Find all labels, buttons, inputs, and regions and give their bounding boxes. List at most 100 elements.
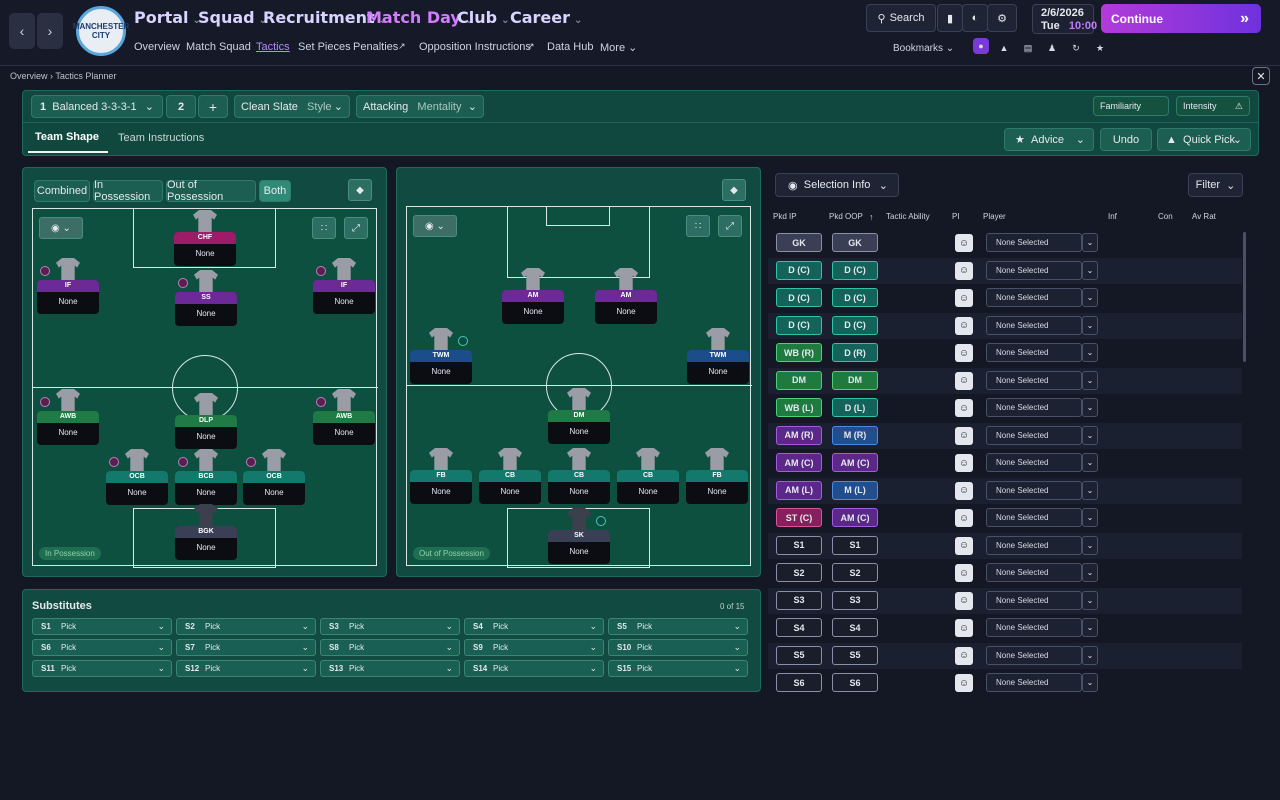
player-slot[interactable]: TWM None	[410, 350, 472, 384]
col-pkd-oop[interactable]: Pkd OOP	[829, 212, 863, 221]
chevron-down-icon[interactable]: ⌄	[1082, 288, 1098, 307]
continue-button[interactable]: Continue »	[1101, 4, 1261, 33]
subnav-opposition-instructions[interactable]: Opposition Instructions	[419, 41, 531, 53]
player-slot[interactable]: TWM None	[687, 350, 749, 384]
refresh-icon[interactable]: ↻	[1068, 40, 1084, 56]
subnav-tactics[interactable]: Tactics	[256, 41, 290, 53]
pkd-oop-badge[interactable]: D (C)	[832, 260, 878, 280]
player-select[interactable]: None Selected	[986, 370, 1082, 390]
scrollbar[interactable]	[1243, 232, 1246, 362]
player-select[interactable]: None Selected	[986, 480, 1082, 500]
pkd-oop-badge[interactable]: D (R)	[832, 343, 878, 362]
player-select[interactable]: None Selected	[986, 590, 1082, 610]
formation-dropdown[interactable]: 1 Balanced 3-3-3-1 ⌄	[31, 95, 163, 118]
nav-career[interactable]: Career ⌄	[510, 8, 582, 28]
filter-button[interactable]: Filter ⌄	[1188, 173, 1243, 197]
person-icon[interactable]: ☺	[955, 454, 973, 472]
advice-button[interactable]: ★ Advice ⌄	[1004, 128, 1094, 151]
forward-button[interactable]: ›	[37, 13, 63, 49]
mentality-dropdown[interactable]: Attacking Mentality ⌄	[356, 95, 484, 118]
person-icon[interactable]: ☺	[955, 536, 973, 555]
tab-team-instructions[interactable]: Team Instructions	[118, 132, 204, 144]
expand-toggle[interactable]: ⤢	[718, 215, 742, 237]
pkd-ip-badge[interactable]: DM	[776, 370, 822, 390]
pkd-ip-badge[interactable]: S5	[776, 645, 822, 665]
player-slot[interactable]: CHF None	[174, 232, 236, 266]
pkd-ip-badge[interactable]: ST (C)	[776, 508, 822, 527]
pkd-oop-badge[interactable]: GK	[832, 233, 878, 252]
player-select[interactable]: None Selected	[986, 315, 1082, 335]
chevron-down-icon[interactable]: ⌄	[1082, 343, 1098, 362]
substitute-slot[interactable]: S15 Pick ⌄	[608, 660, 748, 677]
pkd-ip-badge[interactable]: D (C)	[776, 260, 822, 280]
substitute-slot[interactable]: S11 Pick ⌄	[32, 660, 172, 677]
person-icon[interactable]: ☺	[955, 646, 973, 665]
visibility-dropdown[interactable]: ◉ ⌄	[413, 215, 457, 237]
player-select[interactable]: None Selected	[986, 645, 1082, 665]
player-select[interactable]: None Selected	[986, 508, 1082, 527]
player-select[interactable]: None Selected	[986, 453, 1082, 472]
inbox-button[interactable]: ▮	[937, 4, 963, 32]
subnav-more[interactable]: More ⌄	[600, 41, 637, 54]
pkd-oop-badge[interactable]: AM (C)	[832, 508, 878, 527]
player-slot[interactable]: OCB None	[243, 471, 305, 505]
pkd-ip-badge[interactable]: D (C)	[776, 288, 822, 307]
person-icon[interactable]: ☺	[955, 289, 973, 307]
person-icon[interactable]: ☺	[955, 371, 973, 390]
pkd-oop-badge[interactable]: M (R)	[832, 425, 878, 445]
person-icon[interactable]: ☺	[955, 564, 973, 582]
tactic-slot-2[interactable]: 2	[166, 95, 196, 118]
chevron-down-icon[interactable]: ⌄	[1082, 590, 1098, 610]
tactic-diamond-button[interactable]: ◆	[722, 179, 746, 201]
person-icon[interactable]: ☺	[955, 316, 973, 335]
chevron-down-icon[interactable]: ⌄	[1082, 260, 1098, 280]
pkd-ip-badge[interactable]: S1	[776, 535, 822, 555]
back-button[interactable]: ‹	[9, 13, 35, 49]
world-button[interactable]: ◐	[962, 4, 988, 32]
player-slot[interactable]: BGK None	[175, 526, 237, 560]
grid-toggle[interactable]: ∷	[312, 217, 336, 239]
style-dropdown[interactable]: Clean Slate Style ⌄	[234, 95, 350, 118]
pkd-ip-badge[interactable]: AM (R)	[776, 425, 822, 445]
player-slot[interactable]: FB None	[686, 470, 748, 504]
player-slot[interactable]: IF None	[37, 280, 99, 314]
player-select[interactable]: None Selected	[986, 673, 1082, 692]
quick-pick-button[interactable]: ▲ Quick Pick ⌄	[1157, 128, 1251, 151]
substitute-slot[interactable]: S6 Pick ⌄	[32, 639, 172, 656]
person-icon[interactable]: ☺	[955, 426, 973, 445]
chevron-down-icon[interactable]: ⌄	[1082, 645, 1098, 665]
player-select[interactable]: None Selected	[986, 233, 1082, 252]
player-slot[interactable]: FB None	[410, 470, 472, 504]
player-slot[interactable]: CB None	[548, 470, 610, 504]
nav-portal[interactable]: Portal ⌄	[134, 8, 201, 28]
subnav-penalties[interactable]: Penalties	[353, 41, 398, 53]
subnav-data-hub[interactable]: Data Hub	[547, 41, 593, 53]
player-select[interactable]: None Selected	[986, 618, 1082, 637]
pkd-oop-badge[interactable]: S1	[832, 535, 878, 555]
substitute-slot[interactable]: S4 Pick ⌄	[464, 618, 604, 635]
substitute-slot[interactable]: S7 Pick ⌄	[176, 639, 316, 656]
staff-icon[interactable]: ♟	[1044, 40, 1060, 56]
player-slot[interactable]: DLP None	[175, 415, 237, 449]
substitute-slot[interactable]: S12 Pick ⌄	[176, 660, 316, 677]
player-slot[interactable]: AWB None	[37, 411, 99, 445]
add-tactic-button[interactable]: +	[198, 95, 228, 118]
pkd-oop-badge[interactable]: M (L)	[832, 480, 878, 500]
player-select[interactable]: None Selected	[986, 563, 1082, 582]
substitute-slot[interactable]: S9 Pick ⌄	[464, 639, 604, 656]
player-slot[interactable]: AM None	[595, 290, 657, 324]
subnav-set-pieces[interactable]: Set Pieces	[298, 41, 351, 53]
pkd-ip-badge[interactable]: AM (C)	[776, 453, 822, 472]
col-inf[interactable]: Inf	[1108, 212, 1117, 221]
person-icon[interactable]: ☺	[955, 234, 973, 252]
player-slot[interactable]: CB None	[617, 470, 679, 504]
pkd-oop-badge[interactable]: DM	[832, 370, 878, 390]
substitute-slot[interactable]: S14 Pick ⌄	[464, 660, 604, 677]
pkd-oop-badge[interactable]: S4	[832, 618, 878, 637]
trophy-icon[interactable]: ★	[1092, 40, 1108, 56]
person-icon[interactable]: ☺	[955, 344, 973, 362]
substitute-slot[interactable]: S1 Pick ⌄	[32, 618, 172, 635]
chevron-down-icon[interactable]: ⌄	[1082, 535, 1098, 555]
grid-toggle[interactable]: ∷	[686, 215, 710, 237]
chevron-down-icon[interactable]: ⌄	[1082, 618, 1098, 637]
